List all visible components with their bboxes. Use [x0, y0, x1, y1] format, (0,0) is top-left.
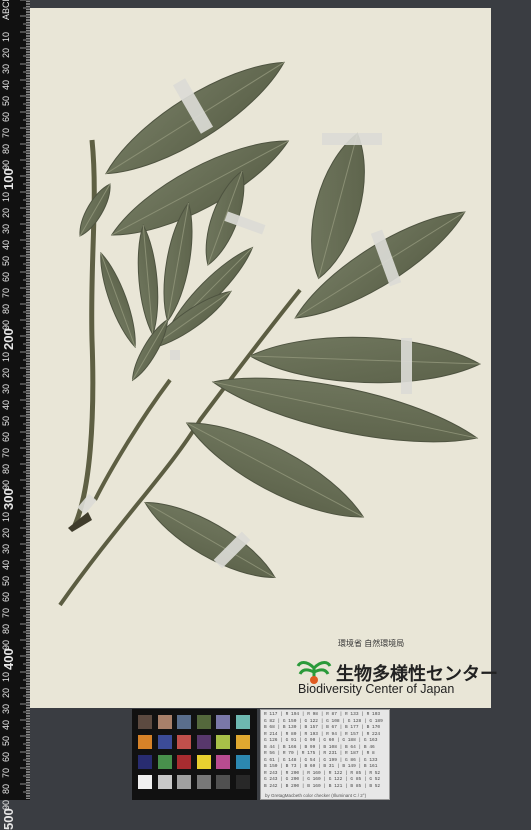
reference-row: G 243 | G 200 | G 160 | G 122 | G 85 | G…	[264, 777, 381, 782]
leaflet-midrib	[186, 422, 364, 518]
color-patch	[235, 715, 250, 729]
color-patch	[196, 775, 211, 789]
color-patch	[157, 775, 172, 789]
color-patch	[177, 735, 191, 749]
color-patch	[177, 755, 191, 769]
tape	[322, 133, 382, 145]
shoot-stem	[72, 139, 97, 526]
reference-row: G 126 | G 91 | G 90 | G 60 | G 188 | G 1…	[264, 738, 378, 743]
color-patch	[177, 715, 191, 729]
color-patch	[216, 775, 230, 789]
tape	[170, 350, 180, 360]
biodiversity-logo-icon	[296, 661, 332, 684]
color-patch	[216, 735, 230, 749]
reference-row: B 242 | B 200 | B 160 | B 121 | B 85 | B…	[264, 783, 381, 789]
color-patch	[235, 735, 250, 749]
color-patch	[138, 775, 152, 789]
color-patch	[138, 735, 152, 749]
color-patch	[196, 715, 211, 729]
color-patch	[216, 755, 230, 769]
reference-row: R 214 | R 80 | R 193 | R 94 | R 157 | R …	[264, 731, 381, 737]
color-patch	[138, 715, 152, 729]
color-patch	[157, 755, 172, 769]
reference-row: R 243 | R 200 | R 160 | R 122 | R 85 | R…	[264, 770, 381, 776]
color-patch	[157, 735, 172, 749]
reference-row: G 61 | G 148 | G 54 | G 199 | G 86 | G 1…	[264, 757, 378, 763]
color-reference-table: by GretagMacbeth color checker (Illumina…	[260, 709, 390, 800]
reference-row: R 117 | R 194 | R 98 | R 87 | R 133 | R …	[264, 712, 381, 717]
reference-row: B 68 | B 130 | B 157 | B 67 | B 177 | B …	[264, 725, 381, 730]
color-patch	[177, 775, 191, 789]
color-patch	[196, 735, 211, 749]
reference-footer: by GretagMacbeth color checker (Illumina…	[265, 793, 367, 798]
color-patch	[138, 755, 152, 769]
leaflet-midrib	[144, 502, 276, 578]
specimen-image: ABCDE 10 20 30 40 50 60 70 80 90 100 10 20 30 40 50 60 70…	[0, 0, 531, 830]
reference-row: R 56 | R 70 | R 175 | R 231 | R 187 | R …	[264, 751, 375, 756]
color-patch	[196, 755, 211, 769]
color-patch	[157, 715, 172, 729]
ruler-label: 500	[1, 808, 16, 830]
tape	[401, 338, 412, 394]
logo-org-name: 環境省 自然環境局	[338, 639, 405, 648]
reference-row: G 82 | G 150 | G 122 | G 108 | G 128 | G…	[264, 718, 383, 724]
branch-stem	[93, 378, 172, 501]
leaflet-midrib	[100, 252, 136, 348]
reference-row: B 150 | B 73 | B 60 | B 31 | B 149 | B 1…	[264, 764, 378, 769]
reference-row: B 44 | B 166 | B 99 | B 108 | B 64 | B 4…	[264, 744, 375, 750]
color-patch	[216, 715, 230, 729]
color-patch	[235, 755, 250, 769]
logo-name-en: Biodiversity Center of Japan	[298, 682, 455, 696]
color-patch	[235, 775, 250, 789]
color-checker-card	[132, 709, 257, 800]
